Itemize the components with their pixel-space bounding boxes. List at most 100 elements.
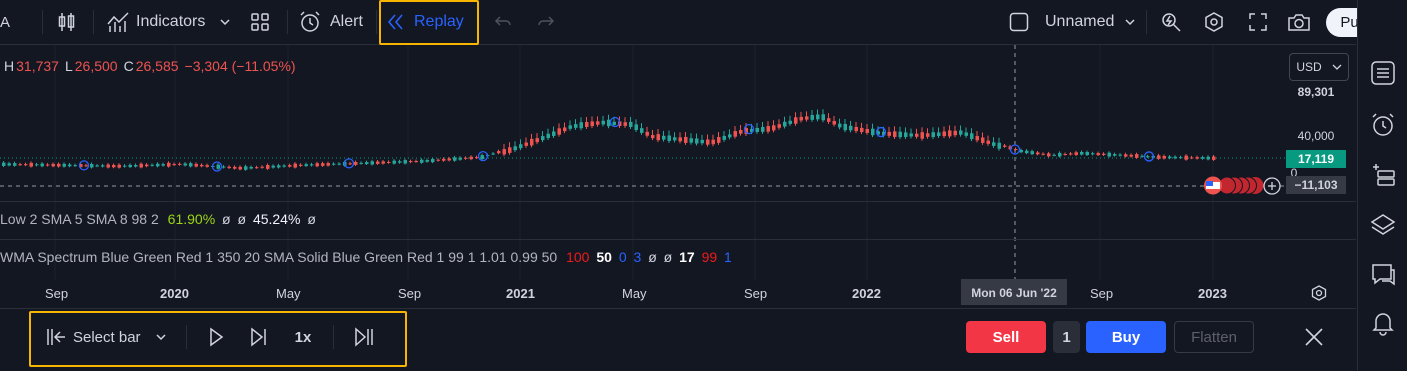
- candle-body: [403, 160, 407, 164]
- candle-body: [535, 138, 539, 143]
- chart-type-button[interactable]: [52, 6, 82, 38]
- candle-body: [392, 160, 396, 164]
- fullscreen-icon: [1249, 13, 1267, 31]
- quick-search-button[interactable]: [1158, 6, 1184, 38]
- templates-button[interactable]: [246, 6, 274, 38]
- candle-body: [629, 121, 633, 127]
- candle-body: [282, 165, 286, 167]
- indicators-button[interactable]: Indicators: [106, 6, 238, 38]
- time-axis[interactable]: Sep 2020 May Sep 2021 May Sep 2022 Sep 2…: [0, 279, 1356, 307]
- candle-body: [1168, 156, 1172, 159]
- candle-body: [695, 138, 699, 144]
- candle-body: [920, 132, 924, 139]
- candle-body: [898, 131, 902, 138]
- candle-body: [777, 124, 781, 128]
- candle-body: [761, 126, 765, 132]
- candle-body: [601, 120, 605, 125]
- candle-body: [332, 163, 336, 165]
- candle-body: [909, 133, 913, 137]
- notifications-icon[interactable]: [1370, 310, 1396, 336]
- replay-panel: Select bar 1x Sell 1 Buy Flatten: [0, 308, 1356, 371]
- price-chart[interactable]: [0, 45, 1286, 280]
- camera-icon: [1288, 14, 1310, 31]
- layout-checkbox[interactable]: [1008, 6, 1030, 38]
- redo-button[interactable]: [535, 6, 557, 38]
- indicator-row-2[interactable]: WMA Spectrum Blue Green Red 1 350 20 SMA…: [0, 249, 732, 265]
- object-tree-icon[interactable]: [1370, 162, 1396, 188]
- symbol-button[interactable]: A: [0, 6, 14, 38]
- candle-body: [35, 164, 39, 166]
- ohlc-legend: H 31,737 L 26,500 C 26,585 −3,304 (−11.05%): [4, 58, 298, 74]
- candle-body: [1162, 156, 1166, 159]
- indicator-row-1[interactable]: Low 2 SMA 5 SMA 8 98 2 61.90% ø ø 45.24%…: [0, 211, 316, 227]
- candle-body: [717, 137, 721, 143]
- candle-body: [1036, 152, 1040, 155]
- alarm-clock-icon[interactable]: [1370, 112, 1396, 138]
- candle-body: [684, 136, 688, 143]
- currency-flags-marker[interactable]: [1203, 176, 1265, 195]
- alert-button[interactable]: Alert: [298, 6, 370, 38]
- candle-body: [447, 158, 451, 161]
- time-label: 2020: [160, 286, 189, 301]
- candle-body: [414, 161, 418, 163]
- undo-button[interactable]: [492, 6, 514, 38]
- settings-icon: [1311, 285, 1327, 301]
- candle-body: [843, 123, 847, 131]
- candle-body: [480, 155, 484, 160]
- symbol-label: A: [0, 13, 11, 31]
- close-replay-button[interactable]: [1302, 325, 1326, 349]
- candle-body: [992, 142, 996, 146]
- change-value: −3,304 (−11.05%): [184, 58, 296, 74]
- quantity-field[interactable]: 1: [1053, 321, 1080, 353]
- candle-body: [139, 163, 143, 168]
- chat-icon[interactable]: [1370, 262, 1396, 288]
- candle-body: [51, 163, 55, 167]
- watchlist-icon[interactable]: [1370, 60, 1396, 86]
- candle-body: [546, 133, 550, 139]
- candle-body: [788, 120, 792, 124]
- quantity-value: 1: [1062, 328, 1071, 346]
- candle-body: [1184, 155, 1188, 160]
- candle-body: [436, 159, 440, 161]
- sell-label: Sell: [992, 328, 1020, 346]
- candle-body: [794, 117, 798, 124]
- screenshot-button[interactable]: [1285, 6, 1313, 38]
- candle-body: [354, 162, 358, 165]
- flatten-button[interactable]: Flatten: [1174, 321, 1254, 353]
- candle-body: [1025, 150, 1029, 154]
- pane-divider[interactable]: [0, 201, 1356, 202]
- settings-button[interactable]: [1201, 6, 1227, 38]
- candle-body: [1041, 153, 1045, 155]
- layout-name-button[interactable]: Unnamed: [1045, 6, 1137, 38]
- fullscreen-button[interactable]: [1245, 6, 1271, 38]
- candle-body: [953, 130, 957, 136]
- buy-button[interactable]: Buy: [1086, 321, 1166, 353]
- candle-body: [7, 163, 11, 166]
- axis-settings-button[interactable]: [1310, 284, 1330, 302]
- candle-body: [937, 132, 941, 137]
- candle-body: [458, 157, 462, 160]
- quick-search-icon: [1162, 13, 1181, 32]
- candle-body: [563, 127, 567, 132]
- candles-icon: [58, 13, 75, 31]
- candle-body: [304, 164, 308, 167]
- crosshair-date: Mon 06 Jun '22: [971, 286, 1057, 300]
- candle-body: [981, 137, 985, 143]
- layers-icon[interactable]: [1370, 212, 1396, 238]
- divider: [93, 10, 94, 34]
- candle-body: [904, 132, 908, 137]
- chevron-down-icon[interactable]: [219, 16, 231, 28]
- candle-body: [1195, 157, 1199, 159]
- candle-body: [524, 142, 528, 146]
- sell-button[interactable]: Sell: [966, 321, 1046, 353]
- candle-body: [233, 166, 237, 169]
- candle-body: [2, 162, 6, 166]
- top-toolbar: A Indicators Alert Replay Unnamed: [0, 0, 1404, 45]
- currency-selector[interactable]: USD: [1289, 53, 1349, 81]
- candle-body: [871, 128, 875, 136]
- candle-body: [13, 163, 17, 166]
- close-label: C: [123, 58, 134, 74]
- pane-divider[interactable]: [0, 239, 1356, 240]
- candle-body: [464, 157, 468, 159]
- add-button[interactable]: [1263, 177, 1281, 195]
